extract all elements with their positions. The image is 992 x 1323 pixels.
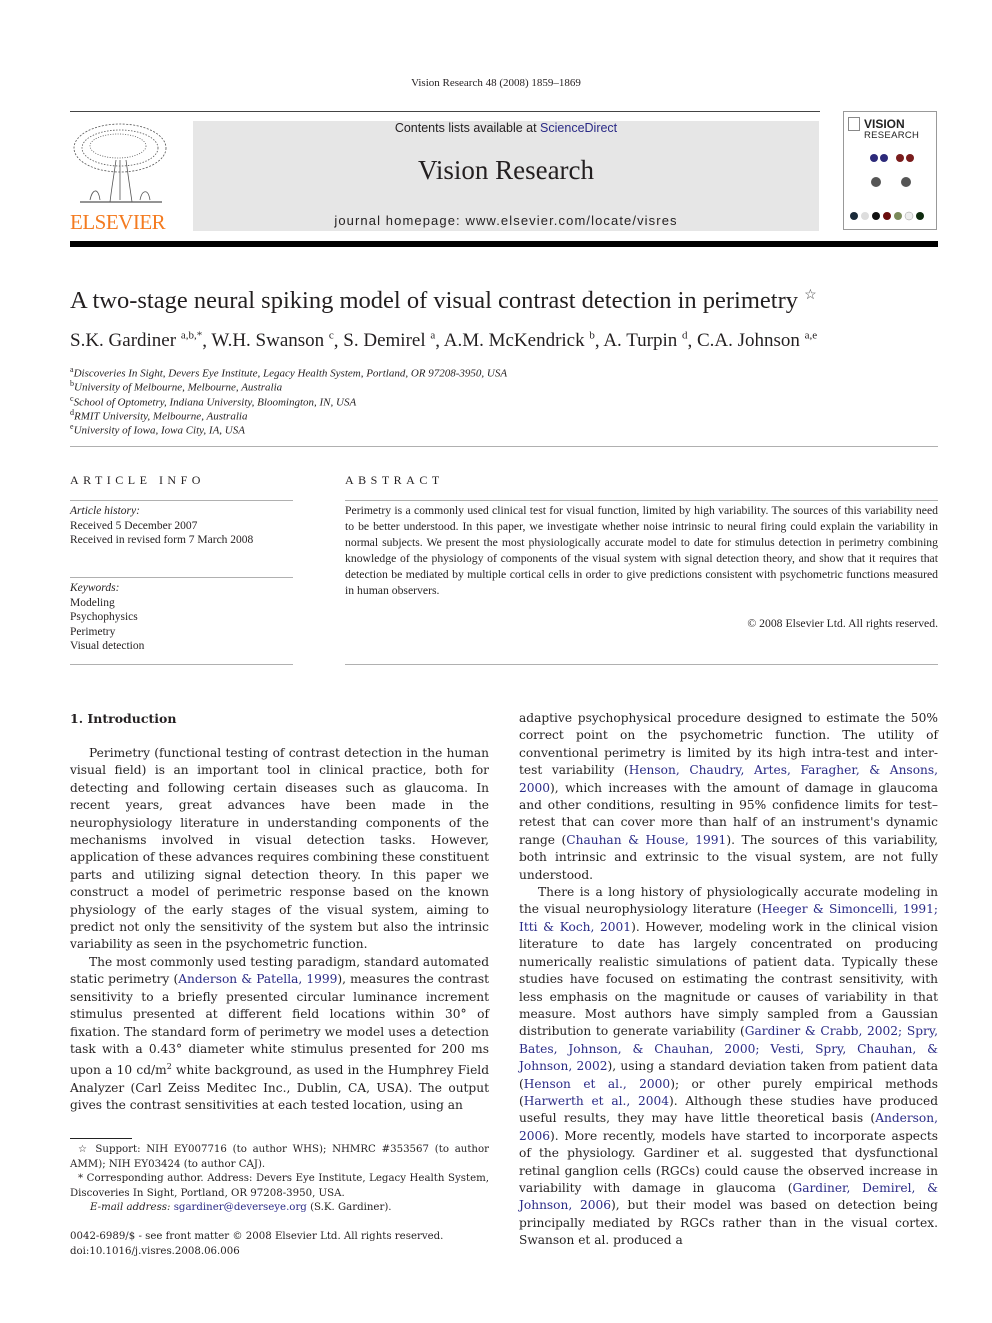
paragraph: Perimetry (functional testing of contras…: [70, 746, 489, 952]
article-info-rule: [70, 500, 293, 501]
front-matter: 0042-6989/$ - see front matter © 2008 El…: [70, 1230, 489, 1259]
affiliation: cSchool of Optometry, Indiana University…: [70, 394, 357, 409]
abstract-bottom-rule: [345, 664, 938, 665]
author-list: S.K. Gardiner a,b,*, W.H. Swanson c, S. …: [70, 330, 818, 352]
cover-subtitle: RESEARCH: [864, 130, 920, 141]
sciencedirect-link[interactable]: ScienceDirect: [540, 121, 617, 135]
author[interactable]: C.A. Johnson a,e: [697, 330, 817, 351]
abstract-copyright: © 2008 Elsevier Ltd. All rights reserved…: [747, 617, 938, 630]
email-link[interactable]: sgardiner@deverseye.org: [174, 1202, 307, 1213]
footnote-rule: [70, 1138, 132, 1139]
keyword: Visual detection: [70, 640, 145, 652]
abstract-heading: ABSTRACT: [345, 473, 444, 487]
keywords-label: Keywords:: [70, 582, 120, 594]
citation-link[interactable]: Anderson & Patella, 1999: [178, 972, 337, 986]
doi-line[interactable]: doi:10.1016/j.visres.2008.06.006: [70, 1245, 489, 1260]
keywords-rule: [70, 577, 293, 578]
article-info-bottom-rule: [70, 664, 293, 665]
abstract-rule: [345, 500, 938, 501]
publisher-logo-text: ELSEVIER: [70, 210, 166, 234]
affiliation: eUniversity of Iowa, Iowa City, IA, USA: [70, 422, 245, 437]
header-thick-rule: [70, 241, 938, 247]
cover-artwork: [850, 154, 924, 221]
header-rule: [70, 111, 820, 112]
support-footnote: ☆ Support: NIH EY007716 (to author WHS);…: [70, 1144, 489, 1170]
journal-homepage[interactable]: journal homepage: www.elsevier.com/locat…: [193, 213, 819, 228]
email-footnote: E-mail address: sgardiner@deverseye.org …: [90, 1202, 392, 1213]
right-column: adaptive psychophysical procedure design…: [519, 710, 938, 1250]
left-column: Perimetry (functional testing of contras…: [70, 745, 489, 1115]
citation-link[interactable]: Chauhan & House, 1991: [566, 833, 726, 847]
title-footnote-star-icon[interactable]: ☆: [804, 288, 817, 303]
section-heading-introduction: 1. Introduction: [70, 711, 177, 726]
affiliation: bUniversity of Melbourne, Melbourne, Aus…: [70, 379, 283, 394]
affiliation: dRMIT University, Melbourne, Australia: [70, 408, 248, 423]
contents-prefix: Contents lists available at: [394, 121, 541, 135]
keyword: Perimetry: [70, 625, 116, 638]
citation-link[interactable]: Henson et al., 2000: [524, 1077, 670, 1091]
paper-title-text: A two-stage neural spiking model of visu…: [70, 287, 799, 315]
author[interactable]: A. Turpin d: [603, 330, 687, 351]
affiliations-rule: [70, 446, 938, 447]
article-info-heading: ARTICLE INFO: [70, 473, 205, 487]
paper-title: A two-stage neural spiking model of visu…: [70, 287, 817, 315]
author[interactable]: S. Demirel a: [343, 330, 435, 351]
author[interactable]: W.H. Swanson c: [211, 330, 333, 351]
journal-citation: Vision Research 48 (2008) 1859–1869: [411, 77, 581, 89]
revised-date: Received in revised form 7 March 2008: [70, 534, 254, 546]
journal-name: Vision Research: [417, 155, 595, 185]
keyword: Psychophysics: [70, 611, 138, 623]
history-label: Article history:: [70, 505, 140, 517]
contents-line: Contents lists available at ScienceDirec…: [193, 121, 819, 135]
author[interactable]: S.K. Gardiner a,b,*: [70, 330, 202, 351]
keyword: Modeling: [70, 596, 115, 609]
footnotes: ☆ Support: NIH EY007716 (to author WHS);…: [70, 1143, 489, 1216]
corresponding-footnote: * Corresponding author. Address: Devers …: [70, 1173, 489, 1199]
paragraph: adaptive psychophysical procedure design…: [519, 711, 939, 882]
received-date: Received 5 December 2007: [70, 519, 198, 532]
affiliation: aDiscoveries In Sight, Devers Eye Instit…: [70, 365, 508, 380]
keywords: Keywords: Modeling Psychophysics Perimet…: [70, 581, 144, 654]
paragraph: The most commonly used testing paradigm,…: [70, 954, 489, 1113]
star-icon: ☆: [78, 1144, 90, 1155]
cover-logo-icon: [848, 117, 860, 131]
issn-line: 0042-6989/$ - see front matter © 2008 El…: [70, 1231, 444, 1242]
author[interactable]: A.M. McKendrick b: [444, 330, 595, 351]
article-history: Article history: Received 5 December 200…: [70, 504, 253, 548]
paragraph: There is a long history of physiological…: [519, 885, 939, 1248]
cover-title: VISION: [864, 117, 905, 131]
citation-link[interactable]: Harwerth et al., 2004: [524, 1094, 669, 1108]
journal-cover-thumbnail: VISION RESEARCH: [843, 111, 937, 230]
abstract-text: Perimetry is a commonly used clinical te…: [345, 504, 938, 597]
